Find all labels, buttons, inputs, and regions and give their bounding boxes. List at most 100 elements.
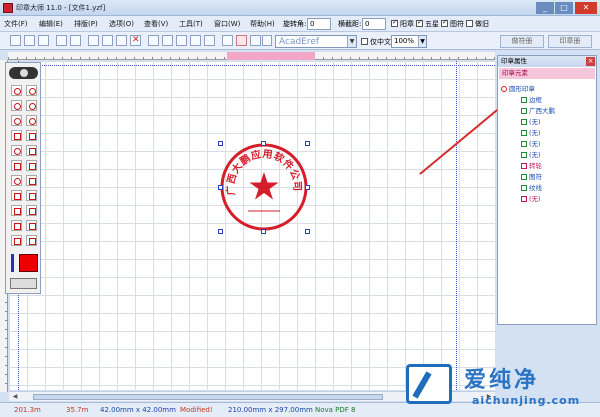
oval-ring-tool-icon[interactable] bbox=[26, 115, 37, 126]
menu-options[interactable]: 选项(O) bbox=[109, 19, 134, 29]
triangle-tool-icon[interactable] bbox=[26, 175, 37, 186]
checkbox-yang[interactable] bbox=[391, 18, 398, 27]
watermark: 爱纯净 aichunjing.com bbox=[400, 358, 600, 417]
close-button[interactable]: ✕ bbox=[575, 2, 597, 14]
ring-tool-icon[interactable] bbox=[26, 85, 37, 96]
text-tool-icon[interactable] bbox=[11, 190, 22, 201]
resize-handle-ml[interactable] bbox=[218, 185, 223, 190]
resize-handle-mr[interactable] bbox=[305, 185, 310, 190]
print-icon[interactable] bbox=[56, 35, 67, 46]
ellipse-tool-icon[interactable] bbox=[11, 100, 22, 111]
oval-tool-icon[interactable] bbox=[11, 115, 22, 126]
tree-node[interactable]: (无) bbox=[521, 116, 541, 126]
align-top-icon[interactable] bbox=[190, 35, 201, 46]
menu-edit[interactable]: 编辑(E) bbox=[39, 19, 63, 29]
menu-layout[interactable]: 排版(P) bbox=[74, 19, 98, 29]
tree-node[interactable]: 圆形印章 bbox=[501, 83, 535, 93]
color-icon[interactable] bbox=[236, 35, 247, 46]
text-box-tool-icon[interactable] bbox=[26, 190, 37, 201]
tree-node[interactable]: 纹线 bbox=[521, 182, 542, 192]
save-icon[interactable] bbox=[38, 35, 49, 46]
symbol-book-button[interactable]: 做符册 bbox=[500, 35, 544, 48]
menu-window[interactable]: 窗口(W) bbox=[214, 19, 240, 29]
resize-handle-tl[interactable] bbox=[218, 141, 223, 146]
scroll-left-icon[interactable]: ◀ bbox=[11, 393, 19, 401]
close-icon[interactable]: × bbox=[586, 57, 595, 66]
grid-tool-icon[interactable] bbox=[11, 235, 22, 246]
print-preview-icon[interactable] bbox=[70, 35, 81, 46]
menu-view[interactable]: 查看(V) bbox=[144, 19, 168, 29]
color-bar[interactable] bbox=[11, 254, 14, 272]
cut-icon[interactable] bbox=[88, 35, 99, 46]
tree-node[interactable]: (无) bbox=[521, 127, 541, 137]
rect-tool-icon[interactable] bbox=[11, 130, 22, 141]
new-file-icon[interactable] bbox=[10, 35, 21, 46]
window-title: 印章大师 11.0 - [文件1.yzf] bbox=[16, 4, 106, 12]
tree-node[interactable]: (无) bbox=[521, 149, 541, 159]
hatch-tool-icon[interactable] bbox=[26, 220, 37, 231]
circle-tool-icon[interactable] bbox=[11, 85, 22, 96]
grid-icon[interactable] bbox=[250, 35, 261, 46]
design-canvas[interactable]: 广西大鹏应用软件公司 bbox=[9, 61, 495, 390]
table-tool-icon[interactable] bbox=[26, 235, 37, 246]
spacing-input[interactable]: 0 bbox=[362, 18, 386, 30]
resize-handle-br[interactable] bbox=[305, 229, 310, 234]
zoom-value: 100% bbox=[394, 37, 415, 45]
resize-handle-tm[interactable] bbox=[261, 141, 266, 146]
zoom-select[interactable]: 100% ▼ bbox=[391, 35, 427, 48]
open-file-icon[interactable] bbox=[24, 35, 35, 46]
checkbox-chinese-only[interactable] bbox=[361, 38, 368, 45]
align-bottom-icon[interactable] bbox=[204, 35, 215, 46]
resize-handle-tr[interactable] bbox=[305, 141, 310, 146]
resize-handle-bl[interactable] bbox=[218, 229, 223, 234]
panel-header: 印章属性 × bbox=[498, 56, 596, 67]
color-swatch[interactable] bbox=[19, 254, 38, 272]
scroll-thumb[interactable] bbox=[33, 394, 383, 400]
double-ring-tool-icon[interactable] bbox=[26, 100, 37, 111]
frame-tool-icon[interactable] bbox=[11, 160, 22, 171]
align-left-icon[interactable] bbox=[148, 35, 159, 46]
watermark-logo bbox=[406, 364, 452, 404]
tree-node[interactable]: (无) bbox=[521, 138, 541, 148]
tree-node[interactable]: 边框 bbox=[521, 94, 542, 104]
double-frame-tool-icon[interactable] bbox=[26, 160, 37, 171]
menu-tools[interactable]: 工具(T) bbox=[179, 19, 203, 29]
tree-node[interactable]: 广西大鹏 bbox=[521, 105, 555, 115]
align-center-icon[interactable] bbox=[162, 35, 173, 46]
line-tool-icon[interactable] bbox=[11, 220, 22, 231]
page-boundary-right bbox=[456, 61, 457, 390]
resize-handle-bm[interactable] bbox=[261, 229, 266, 234]
minimize-button[interactable]: _ bbox=[536, 2, 554, 14]
image-icon[interactable] bbox=[222, 35, 233, 46]
eye-icon[interactable] bbox=[9, 67, 38, 79]
symbol-node-icon bbox=[521, 174, 527, 180]
delete-icon[interactable] bbox=[130, 35, 141, 46]
tree-node[interactable]: (无) bbox=[521, 193, 541, 203]
chevron-down-icon[interactable]: ▼ bbox=[347, 36, 356, 47]
align-right-icon[interactable] bbox=[176, 35, 187, 46]
square-tool-icon[interactable] bbox=[26, 145, 37, 156]
checkbox-aged[interactable] bbox=[466, 20, 473, 27]
menu-help[interactable]: 帮助(H) bbox=[250, 19, 275, 29]
link-icon[interactable] bbox=[10, 278, 37, 289]
rotation-input[interactable]: 0 bbox=[307, 18, 331, 30]
chevron-down-icon[interactable]: ▼ bbox=[418, 36, 426, 47]
paste-icon[interactable] bbox=[116, 35, 127, 46]
diamond-tool-icon[interactable] bbox=[11, 175, 22, 186]
tree-node[interactable]: 转轮 bbox=[521, 160, 542, 170]
stamp-graphic[interactable]: 广西大鹏应用软件公司 bbox=[220, 143, 308, 231]
checkbox-symbol[interactable] bbox=[441, 18, 448, 27]
stamp-book-button[interactable]: 印章册 bbox=[548, 35, 592, 48]
rect-ring-tool-icon[interactable] bbox=[26, 130, 37, 141]
font-select[interactable]: AcadEref ▼ bbox=[275, 35, 357, 48]
image-tool-icon[interactable] bbox=[11, 205, 22, 216]
copy-icon[interactable] bbox=[102, 35, 113, 46]
tree-node[interactable]: 图符 bbox=[521, 171, 542, 181]
maximize-button[interactable]: □ bbox=[555, 2, 573, 14]
settings-icon[interactable] bbox=[262, 35, 272, 46]
pattern-tool-icon[interactable] bbox=[26, 205, 37, 216]
star-tool-icon[interactable] bbox=[11, 145, 22, 156]
menu-file[interactable]: 文件(F) bbox=[4, 19, 28, 29]
checkbox-star[interactable] bbox=[416, 18, 423, 27]
checkbox-yang-label: 阳章 bbox=[400, 20, 414, 28]
